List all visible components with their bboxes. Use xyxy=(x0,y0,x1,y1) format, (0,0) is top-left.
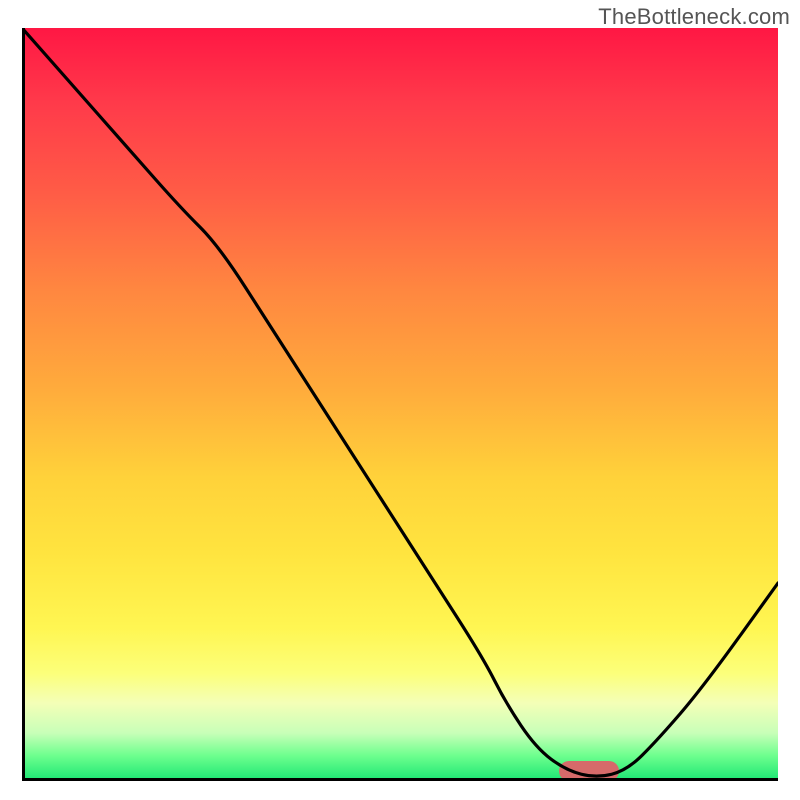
watermark-text: TheBottleneck.com xyxy=(598,4,790,30)
x-axis xyxy=(22,778,778,781)
bottleneck-curve xyxy=(22,28,778,778)
chart-plot-area xyxy=(22,28,778,778)
y-axis xyxy=(22,28,25,778)
